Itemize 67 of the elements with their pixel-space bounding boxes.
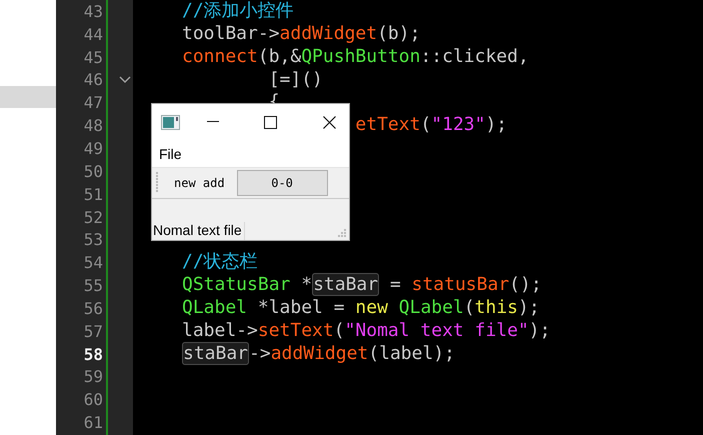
line-number: 45 xyxy=(82,48,103,67)
code-text: = xyxy=(390,274,402,296)
line-number: 49 xyxy=(82,138,103,158)
minimize-icon[interactable] xyxy=(207,121,219,123)
code-text: ); xyxy=(528,320,550,341)
line-number: 60 xyxy=(82,390,103,410)
type-name: QLabel xyxy=(182,296,248,318)
type-name: QStatusBar xyxy=(182,274,290,296)
line-number: 59 xyxy=(82,367,103,386)
function-name: addWidget xyxy=(280,22,378,44)
keyword: this xyxy=(474,296,518,318)
line-number: 50 xyxy=(82,162,103,181)
fold-chevron-icon[interactable] xyxy=(119,76,131,84)
code-text: (); xyxy=(509,274,542,296)
code-text: [=]() xyxy=(268,68,323,90)
line-number: 56 xyxy=(82,298,103,318)
line-number: 55 xyxy=(82,276,103,296)
line-number: 53 xyxy=(82,230,103,250)
menu-item[interactable]: File xyxy=(152,146,182,162)
string-literal: "123" xyxy=(431,114,486,136)
keyword: new xyxy=(355,296,388,318)
line-number: 46 xyxy=(82,70,103,90)
code-text: label-> xyxy=(182,320,258,341)
toolbar-grip-icon[interactable] xyxy=(156,172,159,194)
type-name: QPushButton xyxy=(301,46,420,67)
row-highlight xyxy=(0,86,56,108)
code-comment: //添加小控件 xyxy=(182,0,294,21)
function-name: etText xyxy=(355,114,420,136)
code-text: (b,& xyxy=(258,46,302,67)
code-text: ( xyxy=(420,114,432,136)
status-label: Nomal text file xyxy=(152,222,245,240)
size-grip-icon[interactable] xyxy=(338,229,347,238)
line-number: 47 xyxy=(82,93,103,112)
highlighted-identifier: staBar xyxy=(182,342,250,365)
code-text: * xyxy=(301,274,312,296)
line-number: 43 xyxy=(82,2,103,21)
code-text: (label); xyxy=(368,342,455,364)
code-text: ( xyxy=(334,320,345,341)
highlighted-identifier: staBar xyxy=(312,273,380,296)
push-button[interactable]: 0-0 xyxy=(236,170,328,196)
code-text: toolBar-> xyxy=(182,22,280,44)
function-name: addWidget xyxy=(270,342,368,364)
code-text: *label = xyxy=(258,296,346,318)
line-number: 54 xyxy=(82,253,103,272)
function-name: setText xyxy=(258,320,334,341)
code-text: ); xyxy=(518,296,540,318)
line-number: 48 xyxy=(82,116,103,136)
toolbar-label: new add xyxy=(174,176,225,190)
line-number: 44 xyxy=(82,24,103,44)
code-text: (b); xyxy=(377,22,420,44)
line-number: 58 xyxy=(82,344,103,364)
code-comment: //状态栏 xyxy=(182,251,258,272)
app-icon xyxy=(161,114,180,130)
string-literal: "Nomal text file" xyxy=(344,320,529,341)
line-number: 51 xyxy=(82,184,103,204)
line-number: 57 xyxy=(82,322,103,341)
line-number: 52 xyxy=(82,208,103,227)
function-name: statusBar xyxy=(412,274,510,296)
line-number: 61 xyxy=(82,413,103,432)
close-icon[interactable] xyxy=(323,116,336,128)
code-text: ::clicked, xyxy=(420,46,529,67)
function-name: connect xyxy=(182,46,258,67)
maximize-icon[interactable] xyxy=(264,116,277,128)
type-name: QLabel xyxy=(398,296,464,318)
code-text: ); xyxy=(485,114,508,136)
code-text: -> xyxy=(249,342,271,364)
code-text: ( xyxy=(464,296,475,318)
